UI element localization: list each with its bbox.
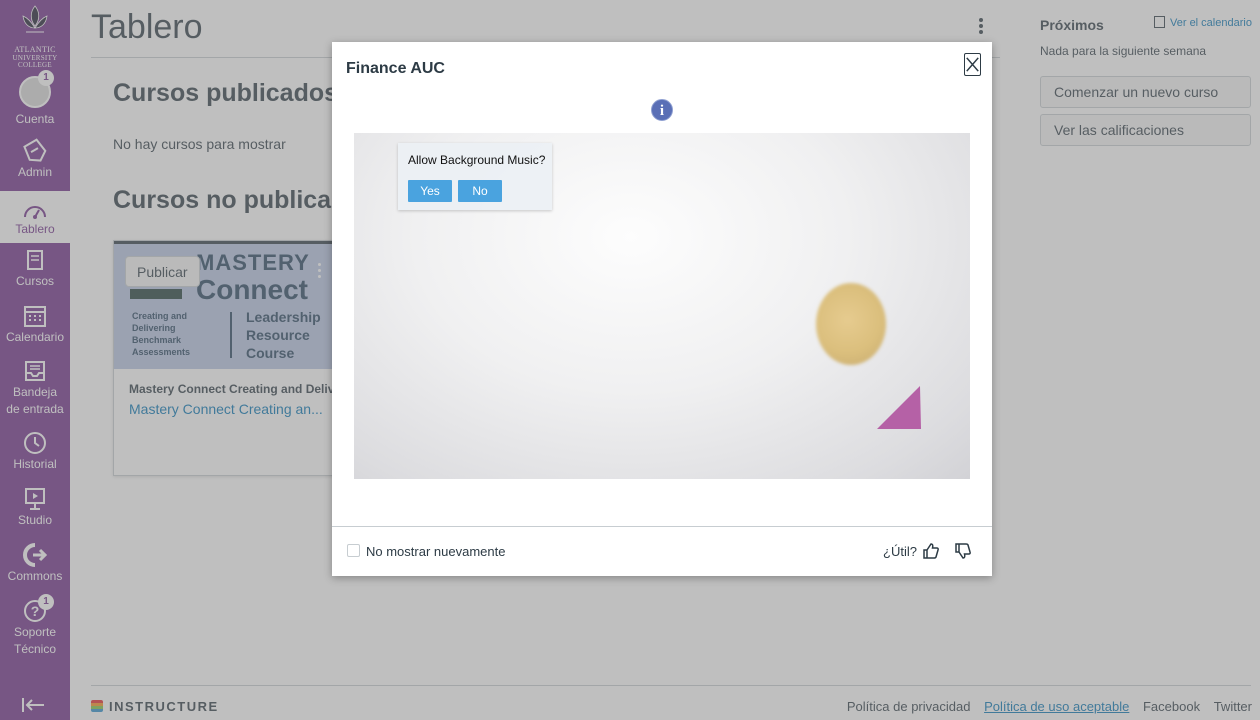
- close-icon[interactable]: [964, 53, 981, 76]
- video-triangle-shape: [877, 386, 921, 429]
- modal-footer-divider: [332, 526, 992, 527]
- music-question: Allow Background Music?: [408, 153, 546, 167]
- dont-show-checkbox[interactable]: [347, 544, 360, 557]
- video-ball-shape: [816, 283, 886, 365]
- info-icon[interactable]: i: [651, 99, 673, 121]
- modal-title: Finance AUC: [346, 60, 445, 77]
- background-music-prompt: Allow Background Music? Yes No: [398, 143, 552, 210]
- dont-show-label[interactable]: No mostrar nuevamente: [366, 544, 505, 559]
- thumbs-up-icon[interactable]: [922, 542, 940, 560]
- music-yes-button[interactable]: Yes: [408, 180, 452, 202]
- announcement-modal: Finance AUC i Allow Background Music? Ye…: [332, 42, 992, 576]
- music-no-button[interactable]: No: [458, 180, 502, 202]
- thumbs-down-icon[interactable]: [954, 542, 972, 560]
- video-player[interactable]: Allow Background Music? Yes No: [354, 133, 970, 479]
- helpful-label: ¿Útil?: [883, 544, 917, 559]
